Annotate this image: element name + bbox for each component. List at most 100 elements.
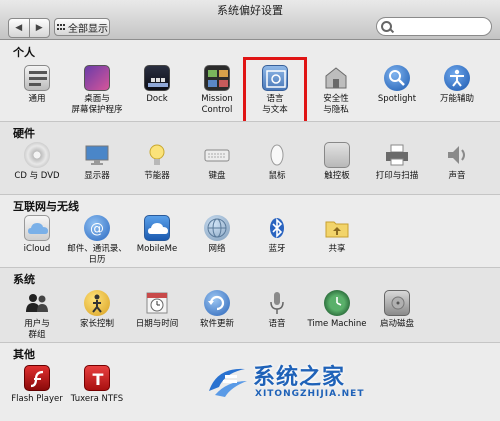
users-groups-icon [24,290,50,316]
pref-label: 用户与 群组 [24,319,50,340]
pref-cd-dvd[interactable]: CD 与 DVD [5,142,69,182]
accessibility-icon [444,65,470,91]
pref-display[interactable]: 显示器 [65,142,129,182]
pref-label: Dock [146,94,168,104]
pref-spotlight[interactable]: Spotlight [365,65,429,105]
pref-label: Spotlight [377,94,417,104]
pref-label: MobileMe [136,244,178,254]
pref-label: 通用 [28,94,46,104]
pref-label: 显示器 [84,171,110,181]
pref-label: 鼠标 [268,171,286,181]
search-icon [381,21,392,32]
desktop-icon [84,65,110,91]
security-icon [323,65,349,91]
spotlight-icon [384,65,410,91]
pref-flash-player[interactable]: Flash Player [5,365,69,405]
pref-keyboard[interactable]: 键盘 [185,142,249,182]
pref-mail-contacts-calendars[interactable]: @ 邮件、通讯录、 日历 [65,215,129,266]
pref-users-groups[interactable]: 用户与 群组 [5,290,69,341]
svg-text:T: T [93,370,104,389]
trackpad-icon [324,142,350,168]
pref-label: 邮件、通讯录、 日历 [67,244,127,265]
pref-date-time[interactable]: 日期与时间 [125,290,189,330]
watermark-subtext: XITONGZHIJIA.NET [255,389,365,399]
pref-startup-disk[interactable]: 启动磁盘 [365,290,429,330]
pref-sharing[interactable]: 共享 [305,215,369,255]
pref-label: Time Machine [307,319,367,329]
pref-label: CD 与 DVD [14,171,60,181]
pref-network[interactable]: 网络 [185,215,249,255]
pref-label: 万能辅助 [439,94,474,104]
pref-label: 网络 [208,244,226,254]
window-title: 系统偏好设置 [217,4,283,17]
pref-label: 蓝牙 [268,244,286,254]
system-preferences-window: 系统偏好设置 ◀ ▶ 全部显示 个人 通用 桌面与 屏幕保护程序 Dock Mi… [0,0,500,421]
pref-mouse[interactable]: 鼠标 [245,142,309,182]
watermark: 系统之家 XITONGZHIJIA.NET [205,355,385,415]
navigation-buttons: ◀ ▶ [8,18,50,38]
pref-tuxera-ntfs[interactable]: T Tuxera NTFS [65,365,129,405]
pref-desktop-screensaver[interactable]: 桌面与 屏幕保护程序 [65,65,129,116]
speech-icon [264,290,290,316]
icloud-icon [24,215,50,241]
section-internet-wireless: 互联网与无线 iCloud @ 邮件、通讯录、 日历 MobileMe 网络 蓝… [0,195,500,267]
flash-player-icon [24,365,50,391]
mobileme-icon [144,215,170,241]
pref-mobileme[interactable]: MobileMe [125,215,189,255]
mouse-icon [264,142,290,168]
pref-label: 共享 [328,244,346,254]
watermark-logo-icon [205,361,249,401]
pref-label: 家长控制 [79,319,114,329]
pref-label: Tuxera NTFS [70,394,124,404]
pref-label: iCloud [23,244,51,254]
pref-sound[interactable]: 声音 [425,142,489,182]
grid-icon [56,23,65,31]
time-machine-icon [324,290,350,316]
energy-saver-icon [144,142,170,168]
pref-label: 声音 [448,171,466,181]
tuxera-ntfs-icon: T [84,365,110,391]
software-update-icon [204,290,230,316]
section-title-personal: 个人 [13,46,35,59]
pref-label: 软件更新 [199,319,234,329]
pref-time-machine[interactable]: Time Machine [305,290,369,330]
section-title-other: 其他 [13,348,35,361]
pref-label: 语音 [268,319,286,329]
pref-label: 键盘 [208,171,226,181]
pref-label: 安全性 与隐私 [323,94,349,115]
pref-software-update[interactable]: 软件更新 [185,290,249,330]
search-input[interactable] [376,17,492,36]
section-title-internet: 互联网与无线 [13,200,79,213]
section-hardware: 硬件 CD 与 DVD 显示器 节能器 键盘 鼠标 触控板 打印与扫描 声音 [0,122,500,194]
highlight-box [243,57,307,125]
pref-security-privacy[interactable]: 安全性 与隐私 [304,65,368,116]
pref-parental-controls[interactable]: 家长控制 [65,290,129,330]
pref-speech[interactable]: 语音 [245,290,309,330]
pref-trackpad[interactable]: 触控板 [305,142,369,182]
pref-label: 启动磁盘 [379,319,414,329]
pref-dock[interactable]: Dock [125,65,189,105]
pref-print-scan[interactable]: 打印与扫描 [365,142,429,182]
section-system: 系统 用户与 群组 家长控制 日期与时间 软件更新 语音 Time Machin… [0,268,500,342]
pref-label: 触控板 [324,171,350,181]
sound-icon [444,142,470,168]
pref-accessibility[interactable]: 万能辅助 [425,65,489,105]
cd-dvd-icon [24,142,50,168]
display-icon [84,142,110,168]
pref-icloud[interactable]: iCloud [5,215,69,255]
dock-icon [144,65,170,91]
pref-label: 日期与时间 [135,319,179,329]
pref-mission-control[interactable]: Mission Control [185,65,249,116]
back-button[interactable]: ◀ [9,19,29,37]
show-all-button[interactable]: 全部显示 [54,18,110,36]
pref-energy-saver[interactable]: 节能器 [125,142,189,182]
pref-label: 打印与扫描 [375,171,419,181]
keyboard-icon [204,142,230,168]
pref-label: Mission Control [201,94,233,115]
pref-general[interactable]: 通用 [5,65,69,105]
forward-button[interactable]: ▶ [28,19,50,37]
bluetooth-icon [264,215,290,241]
pref-bluetooth[interactable]: 蓝牙 [245,215,309,255]
pref-label: 桌面与 屏幕保护程序 [71,94,123,115]
svg-text:@: @ [90,221,104,237]
